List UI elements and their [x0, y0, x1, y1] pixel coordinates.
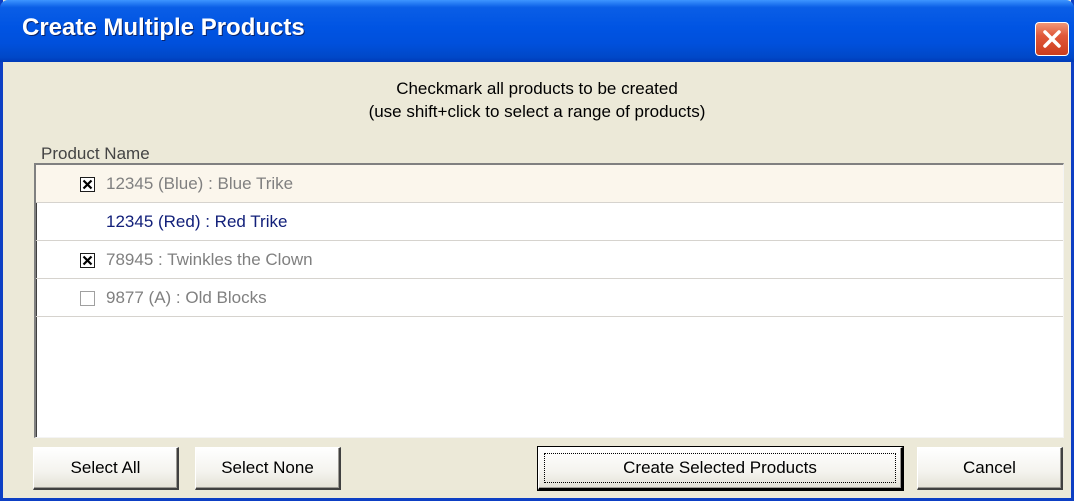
list-item-label: 12345 (Blue) : Blue Trike	[106, 174, 294, 193]
instructions-line-2: (use shift+click to select a range of pr…	[368, 102, 706, 121]
instructions-line-1: Checkmark all products to be created	[396, 79, 678, 98]
product-list[interactable]: 12345 (Blue) : Blue Trike 12345 (Red) : …	[34, 163, 1064, 438]
window-title: Create Multiple Products	[22, 14, 305, 41]
list-item-label: 9877 (A) : Old Blocks	[106, 288, 267, 307]
list-item-label: 12345 (Red) : Red Trike	[106, 212, 288, 231]
list-item[interactable]: 12345 (Blue) : Blue Trike	[36, 165, 1063, 203]
select-all-button[interactable]: Select All	[33, 447, 179, 490]
cancel-label: Cancel	[963, 458, 1016, 477]
checkbox-x-icon	[82, 179, 93, 190]
title-bar[interactable]: Create Multiple Products	[0, 0, 1074, 62]
close-button[interactable]	[1035, 22, 1069, 56]
close-icon	[1043, 30, 1061, 48]
column-header-product-name[interactable]: Product Name	[41, 144, 150, 164]
list-item[interactable]: 9877 (A) : Old Blocks	[36, 279, 1063, 317]
select-none-button[interactable]: Select None	[195, 447, 341, 490]
instructions: Checkmark all products to be created (us…	[3, 77, 1071, 123]
list-item[interactable]: 12345 (Red) : Red Trike	[36, 203, 1063, 241]
dialog-window: Create Multiple Products Checkmark all p…	[0, 0, 1074, 501]
checkbox-x-icon	[82, 255, 93, 266]
checkbox[interactable]	[80, 177, 95, 192]
list-item[interactable]: 78945 : Twinkles the Clown	[36, 241, 1063, 279]
cancel-button[interactable]: Cancel	[917, 447, 1063, 490]
select-all-label: Select All	[70, 458, 141, 477]
list-item-label: 78945 : Twinkles the Clown	[106, 250, 313, 269]
create-selected-products-button[interactable]: Create Selected Products	[537, 446, 904, 491]
create-selected-products-label: Create Selected Products	[623, 458, 817, 477]
checkbox[interactable]	[80, 253, 95, 268]
checkbox[interactable]	[80, 291, 95, 306]
select-none-label: Select None	[221, 458, 314, 477]
